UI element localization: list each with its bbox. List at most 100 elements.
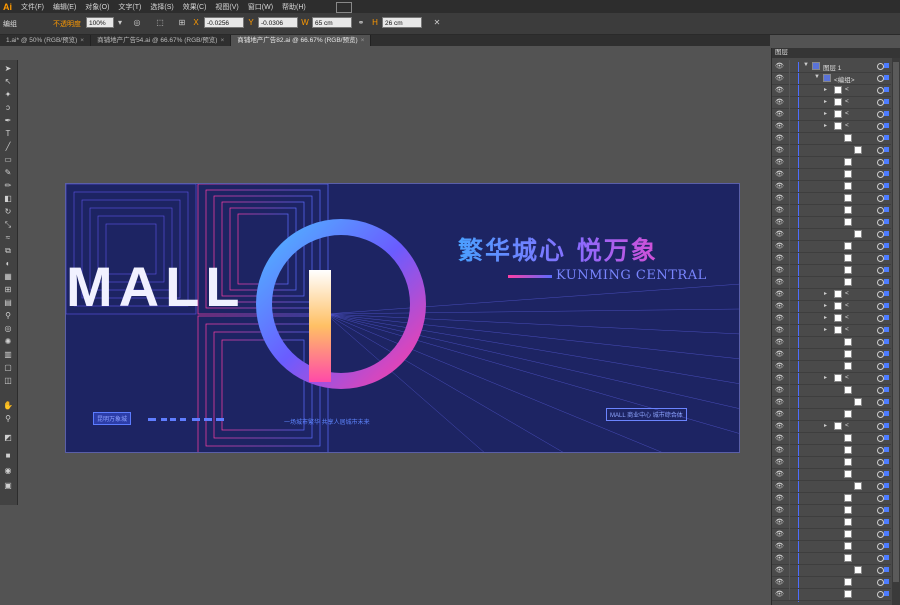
selection-indicator[interactable]	[884, 375, 889, 380]
selection-indicator[interactable]	[884, 327, 889, 332]
selection-indicator[interactable]	[884, 219, 889, 224]
visibility-eye-icon[interactable]: 👁	[775, 278, 784, 286]
free-transform-icon[interactable]: ⧉	[1, 245, 15, 257]
target-circle-icon[interactable]	[877, 447, 884, 454]
expand-triangle-icon[interactable]: ▸	[824, 86, 827, 93]
draw-mode-icon[interactable]: ◉	[1, 465, 15, 477]
expand-triangle-icon[interactable]: ▸	[824, 422, 827, 429]
visibility-eye-icon[interactable]: 👁	[775, 146, 784, 154]
recolor-icon[interactable]: ◎	[132, 17, 142, 28]
lock-toggle[interactable]	[789, 444, 790, 456]
selection-indicator[interactable]	[884, 291, 889, 296]
expand-triangle-icon[interactable]: ▸	[824, 290, 827, 297]
visibility-eye-icon[interactable]: 👁	[775, 506, 784, 514]
lock-toggle[interactable]	[789, 384, 790, 396]
menu-object[interactable]: 对象(O)	[85, 2, 109, 12]
selection-indicator[interactable]	[884, 267, 889, 272]
selection-indicator[interactable]	[884, 459, 889, 464]
artboard-tool-icon[interactable]: ▢	[1, 362, 15, 374]
target-circle-icon[interactable]	[877, 507, 884, 514]
visibility-eye-icon[interactable]: 👁	[775, 554, 784, 562]
visibility-eye-icon[interactable]: 👁	[775, 374, 784, 382]
lock-toggle[interactable]	[789, 492, 790, 504]
selection-indicator[interactable]	[884, 303, 889, 308]
lock-toggle[interactable]	[789, 216, 790, 228]
height-input[interactable]: 26 cm	[382, 17, 422, 28]
selection-indicator[interactable]	[884, 387, 889, 392]
selection-indicator[interactable]	[884, 531, 889, 536]
target-circle-icon[interactable]	[877, 315, 884, 322]
menu-select[interactable]: 选择(S)	[150, 2, 173, 12]
target-circle-icon[interactable]	[877, 567, 884, 574]
tab-document-82[interactable]: 商铺地产广告82.ai @ 66.67% (RGB/预览) ×	[231, 35, 372, 46]
menu-file[interactable]: 文件(F)	[21, 2, 44, 12]
shape-builder-icon[interactable]: ◐	[1, 258, 15, 270]
target-circle-icon[interactable]	[877, 459, 884, 466]
visibility-eye-icon[interactable]: 👁	[775, 410, 784, 418]
selection-indicator[interactable]	[884, 339, 889, 344]
visibility-eye-icon[interactable]: 👁	[775, 230, 784, 238]
target-circle-icon[interactable]	[877, 327, 884, 334]
visibility-eye-icon[interactable]: 👁	[775, 470, 784, 478]
selection-indicator[interactable]	[884, 543, 889, 548]
width-input[interactable]: 65 cm	[312, 17, 352, 28]
selection-indicator[interactable]	[884, 483, 889, 488]
target-circle-icon[interactable]	[877, 579, 884, 586]
visibility-eye-icon[interactable]: 👁	[775, 170, 784, 178]
target-circle-icon[interactable]	[877, 183, 884, 190]
lock-toggle[interactable]	[789, 192, 790, 204]
selection-indicator[interactable]	[884, 411, 889, 416]
lock-toggle[interactable]	[789, 204, 790, 216]
expand-triangle-icon[interactable]: ▼	[814, 74, 820, 80]
selection-indicator[interactable]	[884, 495, 889, 500]
lock-toggle[interactable]	[789, 144, 790, 156]
style-icon[interactable]: ⬚	[155, 17, 165, 28]
selection-indicator[interactable]	[884, 243, 889, 248]
reference-point-icon[interactable]: ⊞	[177, 17, 187, 28]
selection-indicator[interactable]	[884, 183, 889, 188]
target-circle-icon[interactable]	[877, 219, 884, 226]
expand-triangle-icon[interactable]: ▸	[824, 314, 827, 321]
rectangle-tool-icon[interactable]: ▭	[1, 154, 15, 166]
opacity-label[interactable]: 不透明度	[53, 19, 81, 29]
menu-edit[interactable]: 编辑(E)	[53, 2, 76, 12]
target-circle-icon[interactable]	[877, 483, 884, 490]
lock-toggle[interactable]	[789, 348, 790, 360]
target-circle-icon[interactable]	[877, 339, 884, 346]
lock-toggle[interactable]	[789, 60, 790, 72]
visibility-eye-icon[interactable]: 👁	[775, 422, 784, 430]
menu-window[interactable]: 窗口(W)	[248, 2, 273, 12]
target-circle-icon[interactable]	[877, 375, 884, 382]
x-input[interactable]: -0.0256	[204, 17, 244, 28]
target-circle-icon[interactable]	[877, 231, 884, 238]
menu-help[interactable]: 帮助(H)	[282, 2, 306, 12]
visibility-eye-icon[interactable]: 👁	[775, 74, 784, 82]
target-circle-icon[interactable]	[877, 411, 884, 418]
layers-scrollbar[interactable]	[892, 58, 900, 605]
expand-triangle-icon[interactable]: ▸	[824, 302, 827, 309]
visibility-eye-icon[interactable]: 👁	[775, 290, 784, 298]
target-circle-icon[interactable]	[877, 75, 884, 82]
eraser-icon[interactable]: ◧	[1, 193, 15, 205]
lock-toggle[interactable]	[789, 588, 790, 600]
lock-toggle[interactable]	[789, 516, 790, 528]
lock-toggle[interactable]	[789, 576, 790, 588]
lock-toggle[interactable]	[789, 420, 790, 432]
eyedropper-icon[interactable]: ⚲	[1, 310, 15, 322]
target-circle-icon[interactable]	[877, 171, 884, 178]
visibility-eye-icon[interactable]: 👁	[775, 530, 784, 538]
expand-triangle-icon[interactable]: ▸	[824, 122, 827, 129]
expand-triangle-icon[interactable]: ▼	[803, 62, 809, 68]
lock-toggle[interactable]	[789, 408, 790, 420]
lock-toggle[interactable]	[789, 84, 790, 96]
selection-indicator[interactable]	[884, 471, 889, 476]
lock-toggle[interactable]	[789, 540, 790, 552]
target-circle-icon[interactable]	[877, 267, 884, 274]
lock-toggle[interactable]	[789, 528, 790, 540]
selection-indicator[interactable]	[884, 207, 889, 212]
type-tool-icon[interactable]: T	[1, 128, 15, 140]
visibility-eye-icon[interactable]: 👁	[775, 314, 784, 322]
lock-toggle[interactable]	[789, 264, 790, 276]
selection-indicator[interactable]	[884, 195, 889, 200]
selection-indicator[interactable]	[884, 87, 889, 92]
